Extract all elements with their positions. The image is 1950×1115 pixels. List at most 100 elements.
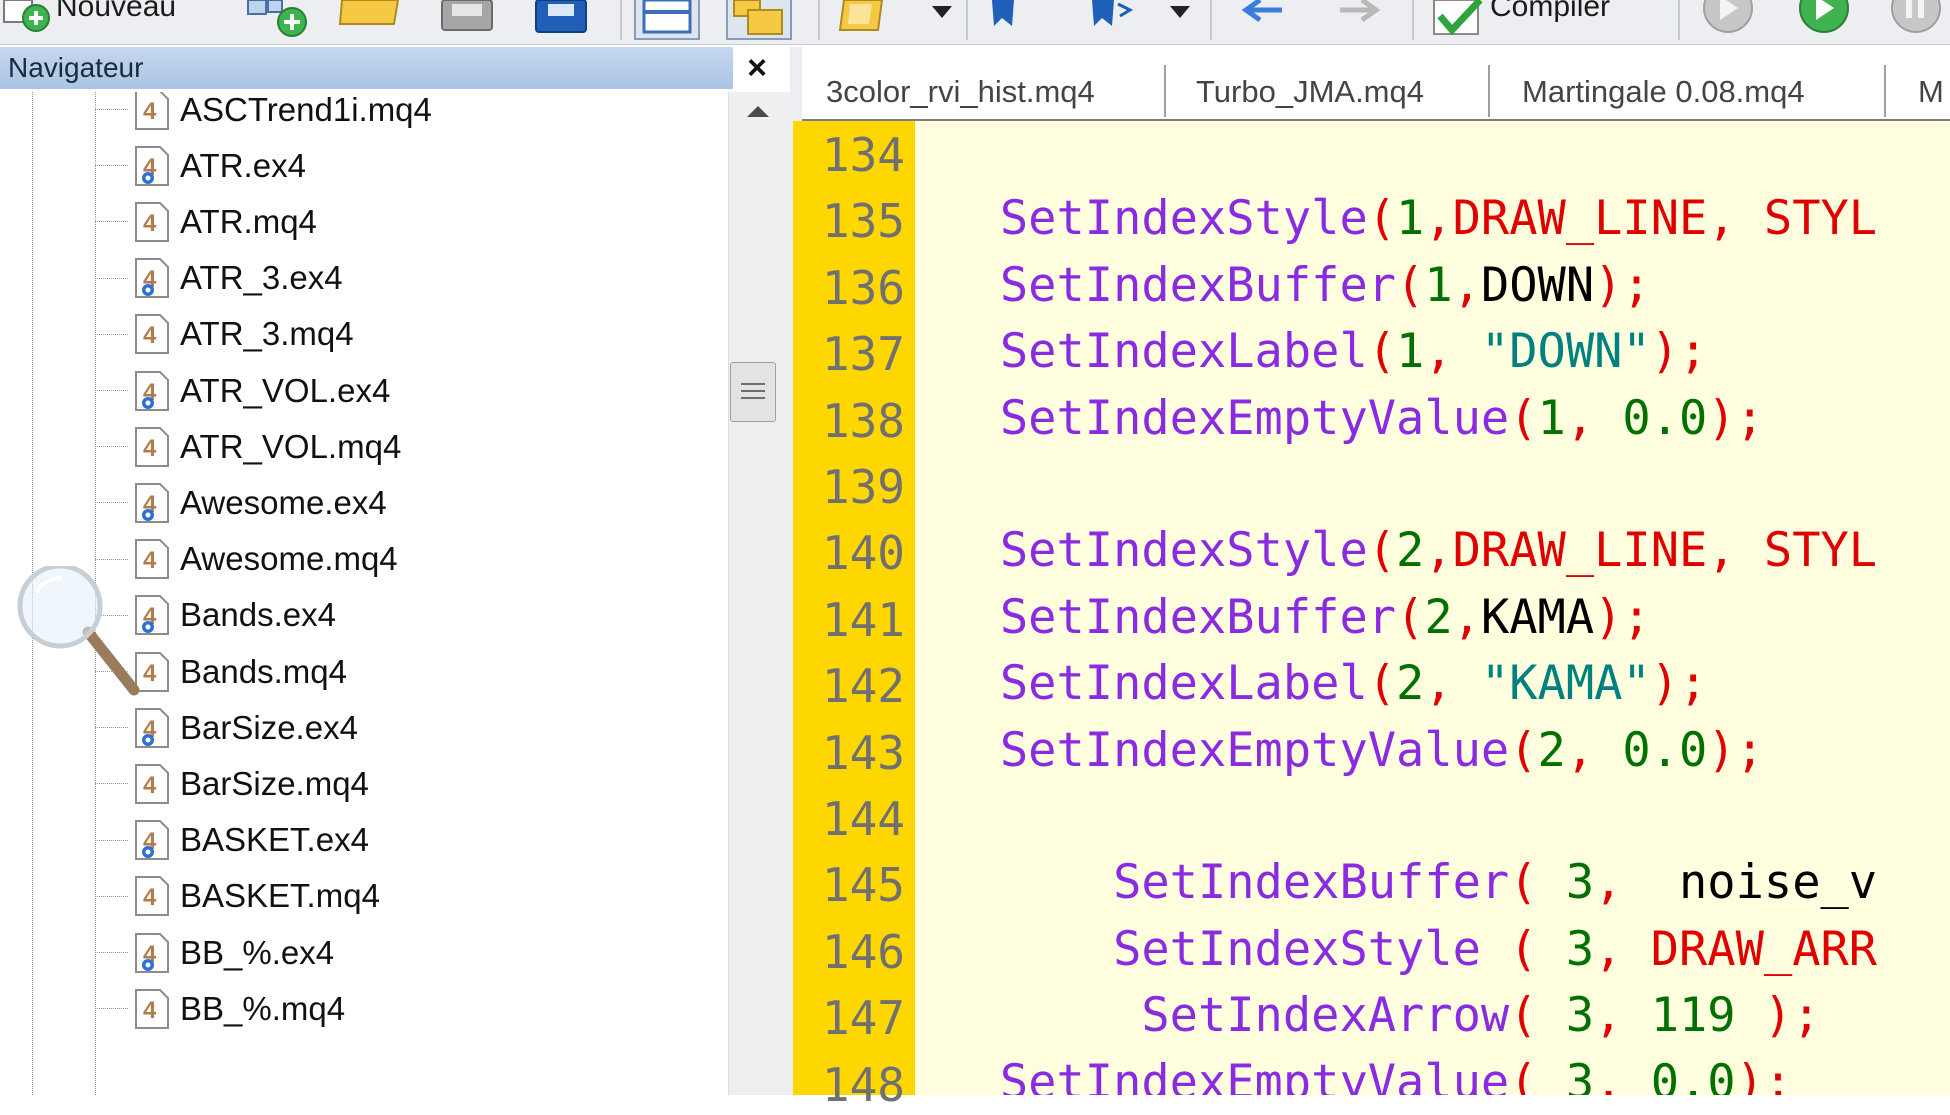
pause-icon bbox=[1891, 0, 1941, 33]
next-bookmark-button[interactable] bbox=[986, 0, 1036, 40]
new-button[interactable]: Nouveau bbox=[0, 0, 176, 40]
code-token: ( bbox=[1509, 722, 1538, 778]
open-button[interactable] bbox=[338, 0, 404, 40]
ex4-file-icon: 4 bbox=[135, 820, 169, 861]
tree-file-name: ATR_VOL.ex4 bbox=[180, 371, 391, 409]
start-debug-disabled-button[interactable] bbox=[1700, 0, 1756, 40]
code-token: , bbox=[1424, 191, 1453, 247]
line-number: 142 bbox=[821, 659, 905, 714]
code-token: ( bbox=[1396, 589, 1425, 645]
code-token: KAMA bbox=[1480, 589, 1595, 645]
tree-file-item[interactable]: 4 Awesome.ex4 bbox=[95, 480, 715, 525]
ex4-file-icon: 4 bbox=[135, 932, 169, 973]
tree-file-item[interactable]: 4 ATR_VOL.ex4 bbox=[95, 368, 715, 413]
code-token: SetIndexLabel bbox=[999, 656, 1368, 712]
tree-file-item[interactable]: 4 Bands.ex4 bbox=[95, 593, 715, 638]
code-editor[interactable]: SetIndexStyle(1,DRAW_LINE, STYL SetIndex… bbox=[915, 121, 1950, 1095]
scrollbar-thumb[interactable] bbox=[730, 362, 776, 422]
new-project-button[interactable] bbox=[246, 0, 310, 40]
tree-file-name: BB_%.ex4 bbox=[180, 933, 335, 971]
code-token: , bbox=[1424, 656, 1481, 712]
code-line: SetIndexBuffer( 3, noise_v bbox=[915, 853, 1877, 913]
tree-branch-line bbox=[95, 221, 128, 223]
tab-martingale[interactable]: Martingale 0.08.mq4 bbox=[1522, 55, 1805, 119]
tab-overflow[interactable]: M bbox=[1918, 55, 1944, 119]
svg-text:4: 4 bbox=[143, 210, 157, 237]
tree-file-item[interactable]: 4 ATR_3.mq4 bbox=[95, 312, 715, 357]
code-token: DRAW_LINE bbox=[1452, 523, 1708, 579]
navigator-close-button[interactable]: × bbox=[742, 50, 772, 86]
bookmark-menu-dropdown[interactable] bbox=[1166, 0, 1196, 40]
tree-file-item[interactable]: 4 BASKET.mq4 bbox=[95, 874, 715, 919]
tree-file-item[interactable]: 4 ATR.ex4 bbox=[95, 143, 715, 188]
tab-separator bbox=[1884, 65, 1886, 117]
bookmark-dropdown[interactable] bbox=[928, 0, 958, 40]
code-token: , bbox=[1594, 988, 1651, 1044]
tree-file-name: BASKET.ex4 bbox=[180, 821, 369, 859]
tree-file-item[interactable]: 4 Bands.mq4 bbox=[95, 649, 715, 694]
code-token: ); bbox=[1594, 257, 1651, 313]
code-line: SetIndexEmptyValue(2, 0.0); bbox=[915, 721, 1764, 781]
tree-file-item[interactable]: 4 BB_%.mq4 bbox=[95, 986, 715, 1031]
code-token: SetIndexBuffer bbox=[1113, 855, 1510, 911]
code-token: "DOWN" bbox=[1480, 324, 1651, 380]
tree-file-item[interactable]: 4 BarSize.ex4 bbox=[95, 705, 715, 750]
code-token: 1 bbox=[1396, 191, 1425, 247]
code-token: ( bbox=[1367, 656, 1397, 712]
tab-turbo-jma[interactable]: Turbo_JMA.mq4 bbox=[1196, 55, 1424, 119]
code-token: , bbox=[1594, 921, 1651, 977]
code-token: , bbox=[1452, 257, 1481, 313]
grip-line bbox=[741, 390, 765, 392]
code-token: SetIndexBuffer bbox=[999, 257, 1397, 313]
toolbar-separator bbox=[966, 0, 968, 40]
tree-file-name: BarSize.ex4 bbox=[180, 708, 358, 746]
navigator-scrollbar[interactable] bbox=[728, 92, 791, 1095]
play-green-icon bbox=[1799, 0, 1849, 33]
code-token: , bbox=[1594, 855, 1680, 911]
tree-file-item[interactable]: 4 ATR.mq4 bbox=[95, 199, 715, 244]
tree-file-item[interactable]: 4 BarSize.mq4 bbox=[95, 761, 715, 806]
line-number: 146 bbox=[821, 924, 905, 979]
save-all-button[interactable] bbox=[532, 0, 592, 40]
code-token: , bbox=[1707, 191, 1764, 247]
code-token: , bbox=[1594, 1054, 1651, 1095]
tree-file-item[interactable]: 4 Awesome.mq4 bbox=[95, 537, 715, 582]
save-button[interactable] bbox=[438, 0, 498, 40]
new-button-label: Nouveau bbox=[56, 0, 177, 23]
tab-3color-rvi-hist[interactable]: 3color_rvi_hist.mq4 bbox=[826, 55, 1095, 119]
tree-file-name: ATR_3.mq4 bbox=[180, 315, 354, 353]
navigator-toggle-button[interactable] bbox=[634, 0, 700, 40]
code-token: ); bbox=[1650, 324, 1708, 380]
back-button[interactable] bbox=[1242, 0, 1292, 40]
tree-branch-line bbox=[95, 390, 128, 391]
toolbox-toggle-button[interactable] bbox=[726, 0, 792, 40]
start-button[interactable] bbox=[1796, 0, 1852, 40]
ex4-file-icon: 4 bbox=[135, 482, 169, 523]
tree-file-item[interactable]: 4 BASKET.ex4 bbox=[95, 818, 715, 863]
code-token: DOWN bbox=[1480, 257, 1595, 313]
tree-file-name: ATR_VOL.mq4 bbox=[180, 427, 402, 465]
tree-file-item[interactable]: 4 ATR_3.ex4 bbox=[95, 256, 715, 301]
mq4-file-icon: 4 bbox=[135, 201, 169, 242]
tree-file-item[interactable]: 4 ASCTrend1i.mq4 bbox=[95, 92, 715, 132]
code-token: ); bbox=[1735, 988, 1821, 1044]
line-number: 145 bbox=[821, 858, 905, 913]
line-number: 147 bbox=[821, 991, 905, 1046]
code-line: SetIndexEmptyValue( 3, 0.0); bbox=[915, 1053, 1792, 1095]
bookmark-button[interactable] bbox=[838, 0, 908, 40]
code-token: 0.0 bbox=[1622, 390, 1708, 446]
compile-button[interactable]: Compiler bbox=[1432, 0, 1610, 40]
scroll-up-arrow-icon[interactable] bbox=[747, 106, 769, 117]
svg-text:4: 4 bbox=[143, 322, 157, 349]
new-project-icon bbox=[247, 0, 307, 37]
pause-button[interactable] bbox=[1888, 0, 1944, 40]
line-number: 148 bbox=[821, 1057, 905, 1112]
tree-file-item[interactable]: 4 ATR_VOL.mq4 bbox=[95, 424, 715, 469]
svg-text:4: 4 bbox=[143, 997, 157, 1024]
line-number: 137 bbox=[821, 327, 905, 382]
tree-file-item[interactable]: 4 BB_%.ex4 bbox=[95, 930, 715, 975]
prev-bookmark-button[interactable] bbox=[1086, 0, 1136, 40]
forward-button[interactable] bbox=[1336, 0, 1386, 40]
tree-file-name: Bands.ex4 bbox=[180, 596, 336, 634]
navigator-title: Navigateur bbox=[0, 47, 733, 89]
